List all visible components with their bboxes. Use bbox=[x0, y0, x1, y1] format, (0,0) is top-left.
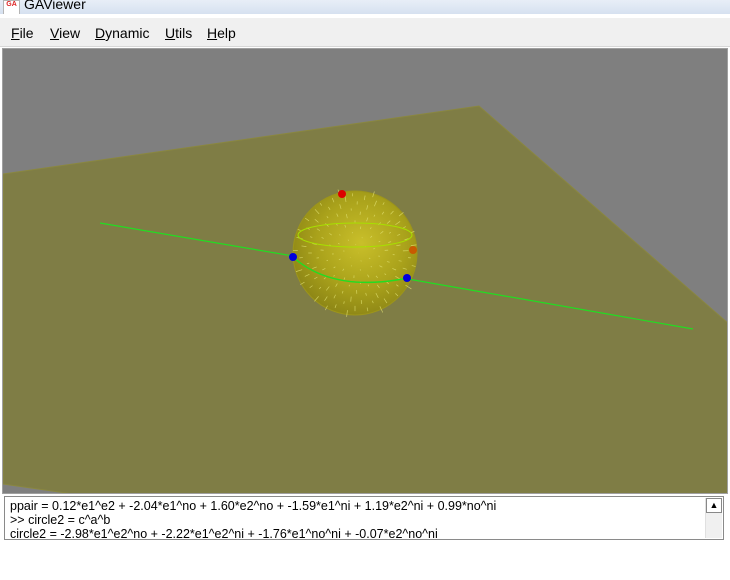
sphere-hair bbox=[368, 257, 371, 259]
point-orange bbox=[409, 246, 417, 254]
3d-viewport[interactable] bbox=[2, 48, 728, 494]
menu-file[interactable]: File bbox=[11, 25, 34, 41]
menu-help[interactable]: Help bbox=[207, 25, 236, 41]
menu-dynamic[interactable]: Dynamic bbox=[95, 25, 149, 41]
menu-view[interactable]: View bbox=[50, 25, 80, 41]
menu-bar: File View Dynamic Utils Help bbox=[0, 18, 730, 47]
sphere-hair bbox=[347, 239, 349, 241]
point-blue-left bbox=[289, 253, 297, 261]
point-blue-right bbox=[403, 274, 411, 282]
title-bar: GA GAViewer bbox=[0, 0, 730, 14]
app-icon: GA bbox=[3, 0, 20, 14]
console-output[interactable]: ppair = 0.12*e1^e2 + -2.04*e1^no + 1.60*… bbox=[4, 496, 724, 540]
window-title: GAViewer bbox=[24, 0, 86, 12]
point-red bbox=[338, 190, 346, 198]
sphere-hair bbox=[360, 260, 362, 262]
console-line: >> circle2 = c^a^b bbox=[10, 513, 111, 527]
scene-canvas bbox=[3, 105, 727, 493]
sphere-hair bbox=[306, 262, 310, 264]
console-scrollbar[interactable]: ▲ bbox=[705, 498, 722, 538]
scroll-up-icon[interactable]: ▲ bbox=[706, 498, 722, 513]
menu-utils[interactable]: Utils bbox=[165, 25, 192, 41]
console-line: ppair = 0.12*e1^e2 + -2.04*e1^no + 1.60*… bbox=[10, 499, 497, 513]
console-line: circle2 = -2.98*e1^e2^no + -2.22*e1^e2^n… bbox=[10, 527, 438, 540]
